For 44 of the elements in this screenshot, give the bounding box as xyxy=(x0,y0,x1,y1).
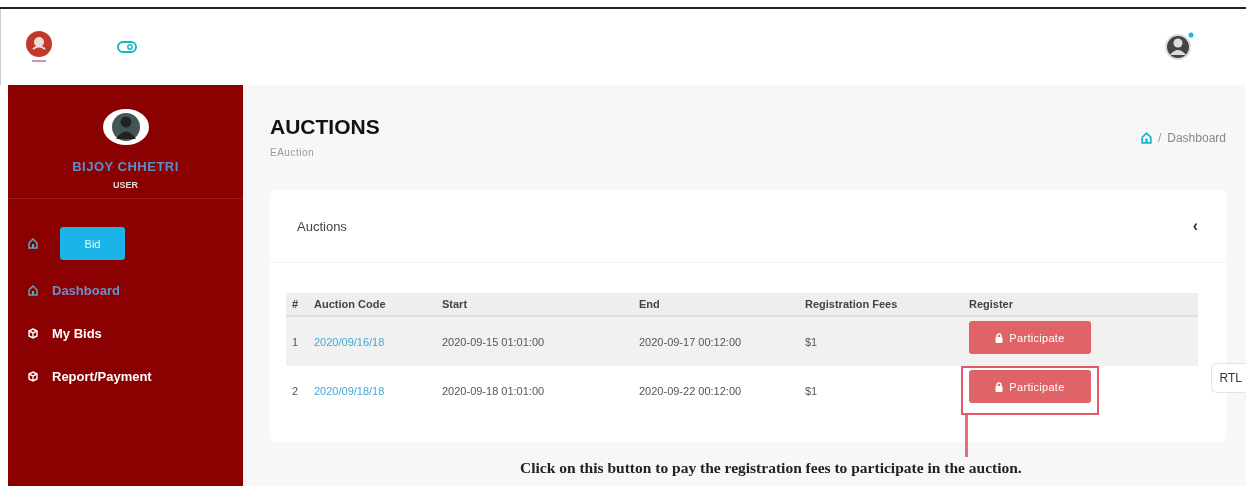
rtl-tab[interactable]: RTL xyxy=(1210,363,1246,393)
table-cell: 2020-09-22 00:12:00 xyxy=(639,384,742,397)
card-title: Auctions xyxy=(297,218,347,234)
table-cell: 2020-09-18 01:01:00 xyxy=(442,384,545,397)
home-icon xyxy=(28,238,38,249)
column-header: Registration Fees xyxy=(805,293,969,316)
sidebar-item[interactable]: Dashboard xyxy=(8,269,243,312)
cube-icon xyxy=(28,371,38,382)
participate-button[interactable]: Participate xyxy=(969,370,1091,403)
row-number: 1 xyxy=(292,335,299,348)
table-cell: 2020-09-17 00:12:00 xyxy=(639,335,742,348)
collapse-button[interactable]: ‹ xyxy=(1192,217,1198,235)
lock-icon xyxy=(995,332,1004,343)
bid-button[interactable]: Bid xyxy=(60,227,125,260)
column-header: Register xyxy=(969,293,1198,316)
participate-button[interactable]: Participate xyxy=(969,321,1091,354)
toggle-icon[interactable] xyxy=(117,41,137,53)
column-header: # xyxy=(286,293,314,316)
home-icon[interactable] xyxy=(1140,132,1152,144)
column-header: Start xyxy=(442,293,639,316)
avatar-icon xyxy=(102,109,149,145)
column-header: End xyxy=(639,293,805,316)
user-name: BIJOY CHHETRI xyxy=(72,159,179,174)
row-number: 2 xyxy=(292,384,299,397)
breadcrumb-current: Dashboard xyxy=(1167,131,1226,145)
user-role: USER xyxy=(113,180,138,190)
breadcrumb-separator: / xyxy=(1157,131,1162,145)
leader-line xyxy=(965,415,968,457)
cube-icon xyxy=(28,328,38,339)
column-header: Auction Code xyxy=(314,293,442,316)
callout-text: Click on this button to pay the registration fees to participate in the auction. xyxy=(520,459,1022,477)
lock-icon xyxy=(995,381,1004,392)
avatar-icon[interactable] xyxy=(1164,31,1196,61)
page-subtitle: EAuction xyxy=(270,147,316,158)
auction-code-link[interactable]: 2020/09/18/18 xyxy=(314,384,385,397)
page-title: AUCTIONS xyxy=(270,115,380,139)
auction-code-link[interactable]: 2020/09/16/18 xyxy=(314,335,385,348)
table-cell: 2020-09-15 01:01:00 xyxy=(442,335,545,348)
logo-icon xyxy=(24,30,54,64)
table-cell: $1 xyxy=(805,384,818,397)
sidebar-item[interactable]: My Bids xyxy=(8,312,243,355)
sidebar-item[interactable]: Report/Payment xyxy=(8,355,243,398)
home-icon xyxy=(28,285,38,296)
table-cell: $1 xyxy=(805,335,818,348)
